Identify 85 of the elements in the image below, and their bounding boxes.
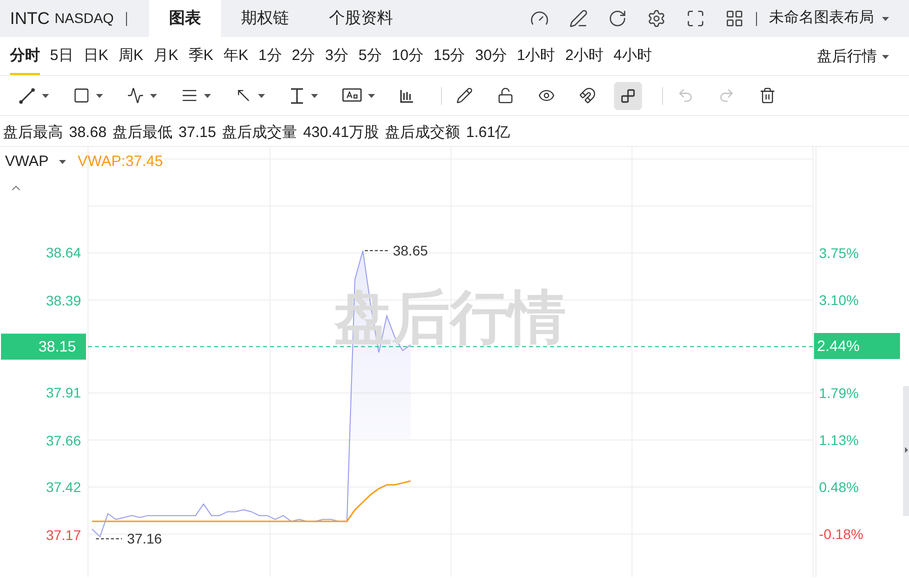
period-tab[interactable]: 2分 — [292, 39, 316, 75]
indicator-menu[interactable]: VWAP — [5, 151, 66, 174]
period-tab[interactable]: 分时 — [10, 39, 40, 75]
price-axis-label: 37.91 — [46, 384, 81, 401]
period-tab[interactable]: 周K — [118, 39, 144, 75]
panel-handle[interactable] — [903, 386, 909, 516]
caret-icon — [882, 16, 889, 20]
caret-icon — [258, 94, 265, 98]
exchange-label: NASDAQ — [54, 9, 114, 28]
unlock-icon — [497, 87, 514, 104]
period-tab[interactable]: 5分 — [358, 39, 382, 75]
low-price-marker: 37.16 — [126, 530, 162, 547]
bars-icon — [399, 88, 415, 104]
magnet-icon — [579, 87, 596, 104]
percent-axis-label: 0.48% — [819, 479, 859, 495]
linked-squares-icon — [620, 88, 636, 104]
price-axis-label: 37.17 — [46, 526, 81, 543]
price-axis-label: 37.42 — [46, 478, 81, 495]
undo-icon — [677, 87, 694, 104]
caret-icon — [96, 94, 103, 98]
stat-label: 盘后最高 — [3, 122, 63, 143]
arrow-tool-icon — [235, 87, 252, 104]
period-tab[interactable]: 5日 — [50, 39, 74, 75]
leader-line — [95, 538, 122, 540]
price-axis-label: 38.64 — [46, 244, 81, 261]
vwap-reading: VWAP:37.45 — [78, 152, 163, 172]
percent-axis-label: 3.10% — [819, 292, 859, 308]
caret-icon — [311, 94, 318, 98]
edit-icon[interactable] — [569, 9, 588, 28]
high-price-marker: 38.65 — [392, 242, 428, 259]
percent-axis-label: 3.75% — [819, 245, 859, 261]
stock-symbol: INTC — [10, 8, 50, 30]
main-tab[interactable]: 个股资料 — [308, 0, 413, 37]
stat-value: 37.15 — [178, 122, 216, 143]
line-tool-icon — [18, 86, 36, 104]
main-tab[interactable]: 期权链 — [220, 0, 309, 37]
redo-icon — [718, 87, 735, 104]
price-axis-label: 37.66 — [46, 432, 81, 449]
stat-label: 盘后成交量 — [222, 122, 298, 143]
pencil-icon — [456, 87, 473, 104]
text-note-icon — [342, 88, 362, 104]
period-tab[interactable]: 3分 — [325, 39, 348, 75]
period-tab[interactable]: 30分 — [475, 39, 507, 75]
period-tab[interactable]: 1分 — [258, 39, 282, 75]
period-tab[interactable]: 年K — [223, 39, 248, 75]
stat-value: 1.61亿 — [466, 122, 510, 143]
percent-axis-label: 1.79% — [819, 385, 859, 401]
caret-icon — [204, 94, 211, 98]
period-tab[interactable]: 10分 — [392, 39, 424, 75]
period-tab[interactable]: 季K — [188, 39, 214, 75]
percent-axis-label: 1.13% — [819, 432, 859, 448]
stat-label: 盘后成交额 — [384, 122, 460, 143]
layout-menu[interactable]: 未命名图表布局 — [769, 7, 889, 30]
period-tab[interactable]: 4小时 — [614, 39, 652, 75]
price-axis-label: 38.39 — [46, 292, 81, 309]
period-tab[interactable]: 2小时 — [565, 39, 604, 75]
grid-layout-icon[interactable] — [725, 9, 744, 28]
drawing-tool-button[interactable] — [614, 82, 642, 110]
settings-icon[interactable] — [647, 9, 666, 28]
fullscreen-icon[interactable] — [686, 9, 705, 28]
session-menu[interactable]: 盘后行情 — [817, 39, 889, 75]
caret-icon — [150, 94, 157, 98]
lines-tool-icon — [181, 87, 198, 104]
zigzag-tool-icon — [127, 87, 144, 104]
stat-value: 38.68 — [69, 122, 107, 143]
stat-value: 430.41万股 — [303, 122, 379, 143]
caret-icon — [368, 94, 375, 98]
caret-icon — [58, 160, 66, 164]
leader-line — [364, 250, 388, 252]
current-price-label: 38.15 — [38, 338, 76, 356]
period-tab[interactable]: 1小时 — [516, 39, 556, 75]
eye-icon — [538, 87, 555, 104]
trash-icon — [759, 87, 776, 104]
caret-icon — [882, 55, 889, 59]
stat-label: 盘后最低 — [112, 122, 173, 143]
caret-icon — [42, 94, 49, 98]
main-tab[interactable]: 图表 — [148, 0, 221, 37]
current-percent-label: 2.44% — [817, 338, 860, 355]
rectangle-tool-icon — [73, 87, 90, 104]
period-tab[interactable]: 月K — [153, 39, 178, 75]
measure-tool-icon — [289, 86, 305, 104]
period-tab[interactable]: 日K — [83, 39, 108, 75]
refresh-icon[interactable] — [608, 9, 627, 28]
percent-axis-label: -0.18% — [819, 526, 864, 542]
period-tab[interactable]: 15分 — [433, 39, 466, 75]
